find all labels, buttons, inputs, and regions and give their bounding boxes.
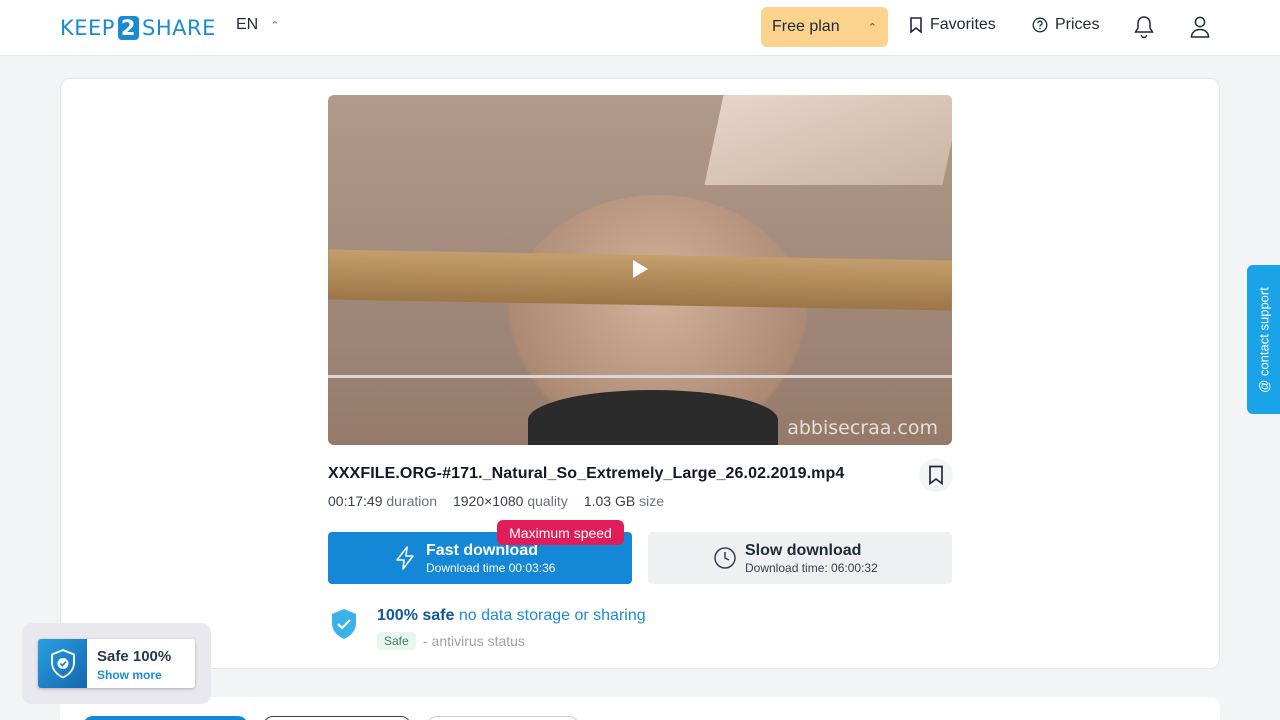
slow-download-time: Download time: 06:00:32 [745,561,878,575]
plan-button[interactable]: Free plan ⌃ [761,7,888,47]
safety-statement: 100% safe no data storage or sharing [377,607,646,625]
safe-widget-badge [38,639,87,688]
bookmark-icon [910,17,922,33]
prices-label: Prices [1055,16,1100,33]
tab-pill[interactable] [427,716,579,720]
add-favorite-button[interactable] [919,458,953,492]
tab-pill[interactable] [263,716,411,720]
contact-support-label: @ contact support [1256,286,1271,393]
max-speed-badge: Maximum speed [497,520,624,545]
safe-widget-title: Safe 100% [97,648,172,665]
shield-check-icon [332,609,356,639]
size-value: 1.03 GB [583,493,636,509]
slow-download-button[interactable]: Slow download Download time: 06:00:32 [648,532,952,584]
notifications-button[interactable] [1131,14,1157,40]
video-preview[interactable]: abbisecraa.com [328,95,952,445]
safety-strong: 100% safe [377,607,455,624]
duration-info: 00:17:49 duration [328,493,437,509]
logo-keep: KEEP [60,16,115,40]
chevron-up-icon: ⌃ [867,21,877,34]
lightning-icon [396,546,414,570]
file-meta: 00:17:49 duration 1920×1080 quality 1.03… [328,493,664,509]
bell-icon [1134,16,1154,39]
scene-dark [528,390,778,445]
duration-label: duration [386,493,437,509]
size-label: size [639,493,664,509]
shield-check-icon [50,648,75,679]
contact-support-tab[interactable]: @ contact support [1247,265,1280,414]
language-selector[interactable]: EN ⌃ [236,16,279,34]
quality-info: 1920×1080 quality [453,493,568,509]
fast-download-time: Download time 00:03:36 [426,561,556,575]
scene-wall [704,95,952,185]
keep2share-logo[interactable]: KEEP 2 SHARE [60,14,216,42]
quality-label: quality [527,493,568,509]
logo-share: SHARE [141,16,216,40]
user-icon [1190,16,1210,38]
file-name: XXXFILE.ORG-#171._Natural_So_Extremely_L… [328,465,845,482]
prices-link[interactable]: Prices [1032,16,1099,34]
video-watermark: abbisecraa.com [787,417,938,439]
safe-widget-link[interactable]: Show more [97,668,162,682]
favorites-link[interactable]: Favorites [909,16,996,34]
scene-plank [328,249,952,311]
logo-two: 2 [117,16,139,40]
scene-rail [328,375,952,378]
antivirus-badge: Safe [377,632,416,650]
play-icon[interactable] [633,260,648,278]
clock-icon [714,547,736,569]
safe-widget-card: Safe 100% Show more [38,639,195,688]
antivirus-status-text: - antivirus status [423,633,525,649]
top-header: KEEP 2 SHARE EN ⌃ Free plan ⌃ Favorites Pr… [0,0,1280,56]
account-button[interactable] [1187,14,1213,40]
language-label: EN [236,16,259,33]
chevron-up-icon: ⌃ [270,19,280,32]
size-info: 1.03 GB size [584,493,664,509]
bookmark-icon [929,465,943,485]
safety-rest: no data storage or sharing [458,607,646,624]
favorites-label: Favorites [930,16,996,33]
plan-label: Free plan [772,18,840,35]
duration-value: 00:17:49 [328,493,383,509]
safe-widget[interactable]: Safe 100% Show more [22,623,211,704]
help-circle-icon [1032,17,1048,33]
slow-download-title: Slow download [745,542,862,559]
quality-value: 1920×1080 [452,493,524,509]
tab-pill-active[interactable] [83,716,248,720]
